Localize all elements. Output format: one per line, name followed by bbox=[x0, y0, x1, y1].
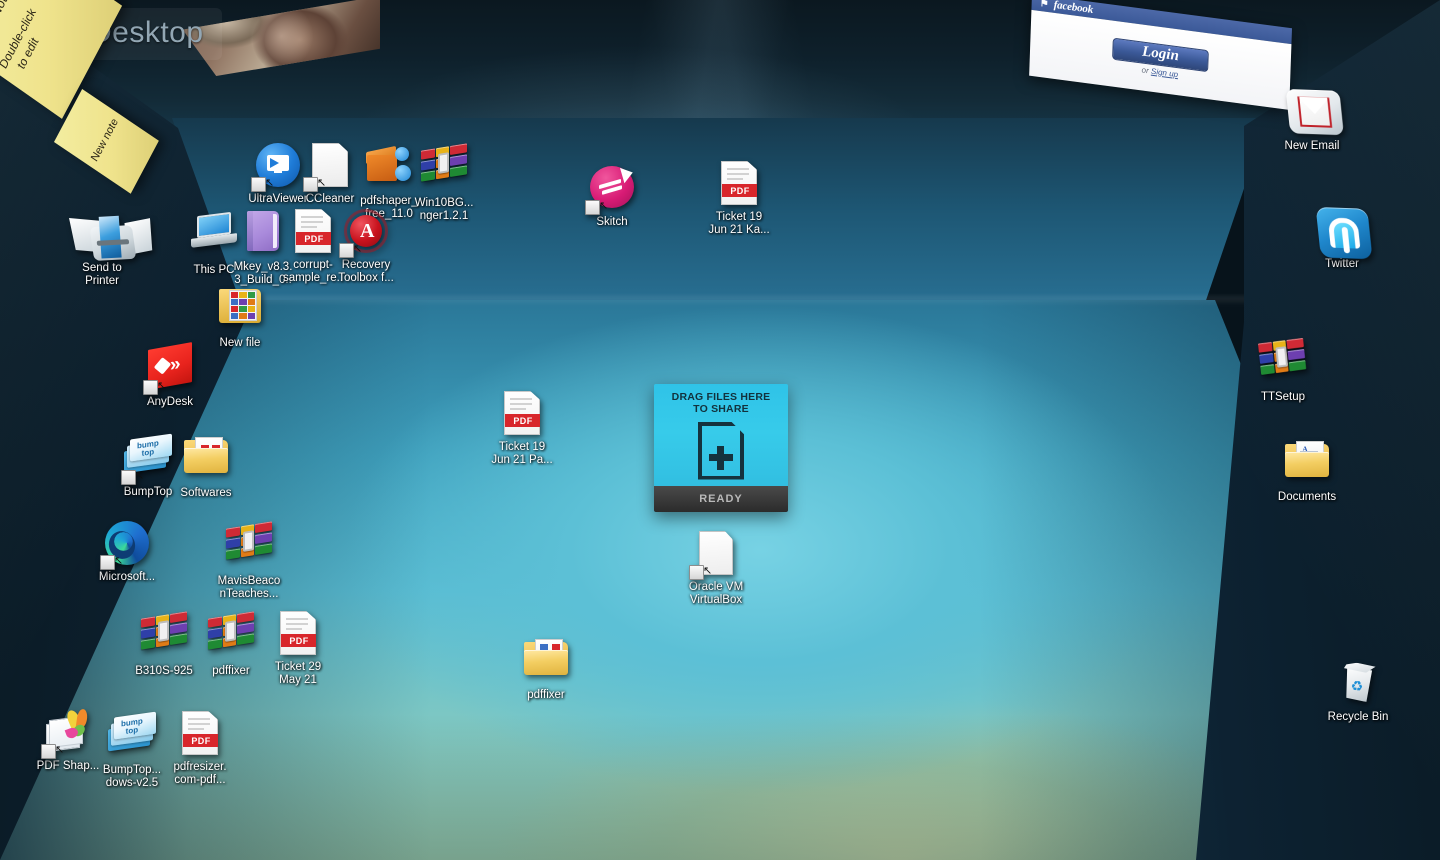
desktop-icon-twitter[interactable]: Twitter bbox=[1296, 208, 1388, 271]
desktop-icon-label: pdfresizer.com-pdf... bbox=[154, 761, 246, 787]
desktop-icon-pdffixer-fold[interactable]: pdffixer bbox=[500, 632, 592, 702]
shortcut-arrow-icon bbox=[585, 200, 600, 215]
desktop-icon-newemail[interactable]: New Email bbox=[1266, 88, 1358, 153]
desktop-icon-label: Ticket 29May 21 bbox=[252, 661, 344, 687]
facebook-flag-icon: ⚑ bbox=[1040, 0, 1049, 10]
pdffixer-rar-icon bbox=[207, 615, 255, 663]
drag-files-to-share-widget[interactable]: DRAG FILES HERE TO SHARE READY bbox=[654, 384, 788, 512]
desktop-icon-label: Oracle VMVirtualBox bbox=[670, 581, 762, 607]
ttsetup-icon bbox=[1257, 340, 1310, 390]
pdfresizer-icon: PDF bbox=[176, 711, 224, 759]
ticket29may-icon: PDF bbox=[274, 611, 322, 659]
desktop-icon-ttsetup[interactable]: TTSetup bbox=[1237, 334, 1329, 404]
shortcut-arrow-icon bbox=[143, 380, 158, 395]
desktop-icon-label: pdffixer bbox=[500, 689, 592, 702]
new-note-label: New note bbox=[89, 116, 122, 165]
bumptop-desktop-scene: Desktop Sticky Note Double-click to edit… bbox=[0, 0, 1440, 860]
sticky-note-widget[interactable]: Sticky Note Double-click to edit New not… bbox=[0, 46, 178, 226]
documents-icon: A bbox=[1283, 441, 1331, 489]
twitter-icon bbox=[1316, 207, 1369, 257]
desktop-icon-anydesk[interactable]: » AnyDesk bbox=[124, 342, 216, 409]
shortcut-arrow-icon bbox=[121, 470, 136, 485]
desktop-icon-label: Skitch bbox=[566, 216, 658, 229]
desktop-icon-label: Documents bbox=[1261, 491, 1353, 504]
shortcut-arrow-icon bbox=[303, 177, 318, 192]
document-plus-icon bbox=[698, 422, 744, 480]
pdfshaper-app-icon bbox=[44, 710, 92, 758]
b310s-icon bbox=[140, 615, 188, 663]
desktop-icon-label: Microsoft... bbox=[81, 571, 173, 584]
desktop-icon-ticket19pa[interactable]: PDFTicket 19Jun 21 Pa... bbox=[476, 388, 568, 467]
desktop-icon-ticket29may[interactable]: PDFTicket 29May 21 bbox=[252, 608, 344, 687]
desktop-icon-label: TTSetup bbox=[1237, 391, 1329, 404]
sticky-note-secondary[interactable]: New note bbox=[54, 89, 159, 194]
skitch-icon bbox=[588, 166, 636, 214]
microsoftedge-icon bbox=[103, 521, 151, 569]
desktop-icon-microsoftedge[interactable]: Microsoft... bbox=[81, 518, 173, 584]
desktop-icon-sendtoprinter[interactable]: Send toPrinter bbox=[56, 212, 148, 288]
desktop-icon-label: Ticket 19Jun 21 Pa... bbox=[476, 441, 568, 467]
desktop-icon-label: MavisBeaconTeaches... bbox=[203, 575, 295, 601]
ticket19ka-icon: PDF bbox=[715, 161, 763, 209]
sendtoprinter-icon bbox=[78, 212, 126, 260]
desktop-icon-mavisbeacon[interactable]: MavisBeaconTeaches... bbox=[203, 518, 295, 601]
anydesk-icon: » bbox=[146, 346, 194, 394]
newfile-icon bbox=[216, 287, 264, 335]
desktop-icon-label: AnyDesk bbox=[124, 396, 216, 409]
desktop-icon-documents[interactable]: A Documents bbox=[1261, 434, 1353, 504]
share-headline-line2: TO SHARE bbox=[658, 404, 784, 416]
shortcut-arrow-icon bbox=[41, 744, 56, 759]
sticky-note-primary[interactable]: Sticky Note Double-click to edit bbox=[0, 0, 122, 119]
virtualbox-icon bbox=[692, 531, 740, 579]
bumptop-v25-icon: bumptop bbox=[108, 714, 156, 762]
share-widget-headline: DRAG FILES HERE TO SHARE bbox=[654, 384, 788, 420]
softwares-icon bbox=[182, 437, 230, 485]
desktop-icon-recyclebin[interactable]: ♻ Recycle Bin bbox=[1312, 660, 1404, 724]
desktop-icon-label: RecoveryToolbox f... bbox=[320, 259, 412, 285]
recoverytoolbox-icon: A bbox=[342, 209, 390, 257]
desktop-icon-ticket19ka[interactable]: PDFTicket 19Jun 21 Ka... bbox=[693, 158, 785, 237]
pdffixer-fold-icon bbox=[522, 639, 570, 687]
horizon-line bbox=[200, 296, 1260, 306]
shortcut-arrow-icon bbox=[100, 555, 115, 570]
share-headline-line1: DRAG FILES HERE bbox=[658, 392, 784, 404]
desktop-icon-virtualbox[interactable]: Oracle VMVirtualBox bbox=[670, 528, 762, 607]
signup-prefix: or bbox=[1141, 65, 1148, 75]
shortcut-arrow-icon bbox=[689, 565, 704, 580]
desktop-icon-label: Ticket 19Jun 21 Ka... bbox=[693, 211, 785, 237]
facebook-signup-link[interactable]: Sign up bbox=[1151, 66, 1178, 79]
ticket19pa-icon: PDF bbox=[498, 391, 546, 439]
shortcut-arrow-icon bbox=[251, 177, 266, 192]
desktop-icon-pdfresizer[interactable]: PDFpdfresizer.com-pdf... bbox=[154, 708, 246, 787]
desktop-icon-softwares[interactable]: Softwares bbox=[160, 430, 252, 500]
desktop-icon-label: New Email bbox=[1266, 140, 1358, 153]
newemail-icon bbox=[1286, 89, 1339, 139]
shortcut-arrow-icon bbox=[339, 243, 354, 258]
desktop-icon-newfile[interactable]: New file bbox=[194, 281, 286, 350]
desktop-icon-recoverytoolbox[interactable]: ARecoveryToolbox f... bbox=[320, 206, 412, 285]
win10bg-icon bbox=[420, 147, 468, 195]
desktop-icon-label: Twitter bbox=[1296, 258, 1388, 271]
desktop-icon-label: Softwares bbox=[160, 487, 252, 500]
desktop-icon-label: Recycle Bin bbox=[1312, 711, 1404, 724]
recyclebin-icon: ♻ bbox=[1334, 661, 1382, 709]
share-widget-status: READY bbox=[654, 486, 788, 512]
desktop-icon-skitch[interactable]: Skitch bbox=[566, 162, 658, 229]
mavisbeacon-icon bbox=[225, 525, 273, 573]
